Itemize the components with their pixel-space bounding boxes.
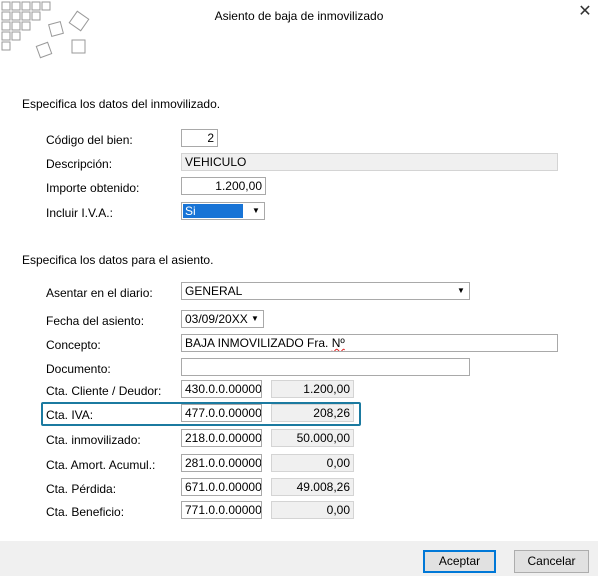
- cta-iva-label: Cta. IVA:: [46, 408, 94, 422]
- cta-beneficio-label: Cta. Beneficio:: [46, 505, 125, 519]
- descripcion-field: VEHICULO: [181, 153, 558, 171]
- documento-field[interactable]: [181, 358, 470, 376]
- cta-beneficio-amount: 0,00: [271, 501, 354, 519]
- iva-selected-value: Si: [183, 204, 243, 218]
- close-icon[interactable]: ✕: [576, 4, 594, 20]
- section-asiento-heading: Especifica los datos para el asiento.: [22, 253, 214, 267]
- fecha-picker[interactable]: 03/09/20XX ▼: [181, 310, 264, 328]
- window-title: Asiento de baja de inmovilizado: [214, 9, 384, 23]
- cta-inmovilizado-account[interactable]: 218.0.0.00000: [181, 429, 262, 447]
- cta-beneficio-account[interactable]: 771.0.0.00000: [181, 501, 262, 519]
- cta-perdida-label: Cta. Pérdida:: [46, 482, 117, 496]
- codigo-field[interactable]: 2: [181, 129, 218, 147]
- importe-label: Importe obtenido:: [46, 181, 140, 195]
- section-inmovilizado-heading: Especifica los datos del inmovilizado.: [22, 97, 221, 111]
- diario-label: Asentar en el diario:: [46, 286, 153, 300]
- cta-inmovilizado-amount: 50.000,00: [271, 429, 354, 447]
- documento-label: Documento:: [46, 362, 111, 376]
- concepto-label: Concepto:: [46, 338, 101, 352]
- diario-value: GENERAL: [185, 284, 243, 298]
- iva-select[interactable]: Si ▼: [181, 202, 265, 220]
- concepto-field[interactable]: BAJA INMOVILIZADO Fra. Nº: [181, 334, 558, 352]
- concepto-spellcheck-text: Nº: [331, 336, 345, 350]
- cta-amort-amount: 0,00: [271, 454, 354, 472]
- iva-label: Incluir I.V.A.:: [46, 206, 113, 220]
- cta-amort-label: Cta. Amort. Acumul.:: [46, 458, 156, 472]
- cta-iva-account[interactable]: 477.0.0.00000: [181, 404, 262, 422]
- chevron-down-icon[interactable]: ▼: [247, 311, 263, 327]
- chevron-down-icon[interactable]: ▼: [453, 283, 469, 299]
- fecha-value: 03/09/20XX: [185, 312, 248, 326]
- cta-perdida-amount: 49.008,26: [271, 478, 354, 496]
- descripcion-label: Descripción:: [46, 157, 113, 171]
- cta-inmovilizado-label: Cta. inmovilizado:: [46, 433, 141, 447]
- cta-cliente-amount: 1.200,00: [271, 380, 354, 398]
- cta-perdida-account[interactable]: 671.0.0.00000: [181, 478, 262, 496]
- dialog-footer: [0, 541, 598, 576]
- fecha-label: Fecha del asiento:: [46, 314, 145, 328]
- cta-amort-account[interactable]: 281.0.0.00000: [181, 454, 262, 472]
- codigo-label: Código del bien:: [46, 133, 133, 147]
- cta-cliente-label: Cta. Cliente / Deudor:: [46, 384, 162, 398]
- cancel-button[interactable]: Cancelar: [514, 550, 589, 573]
- diario-select[interactable]: GENERAL ▼: [181, 282, 470, 300]
- chevron-down-icon[interactable]: ▼: [248, 203, 264, 219]
- cta-iva-amount: 208,26: [271, 404, 354, 422]
- cta-cliente-account[interactable]: 430.0.0.00000: [181, 380, 262, 398]
- concepto-text: BAJA INMOVILIZADO Fra.: [185, 336, 332, 350]
- accept-button[interactable]: Aceptar: [423, 550, 496, 573]
- importe-field[interactable]: 1.200,00: [181, 177, 266, 195]
